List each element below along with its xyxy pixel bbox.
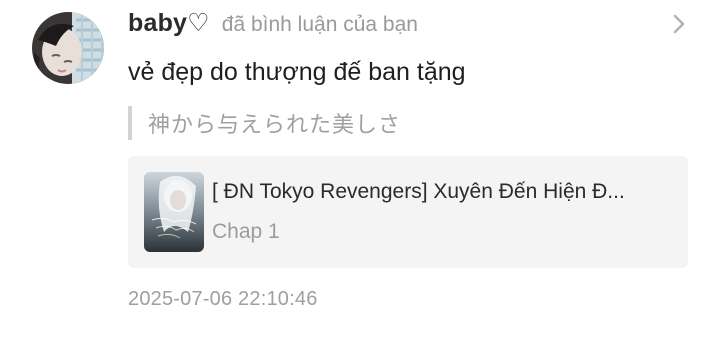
quote-bar	[128, 106, 132, 140]
story-card[interactable]: [ ĐN Tokyo Revengers] Xuyên Đến Hiện Đ..…	[128, 156, 688, 268]
timestamp: 2025-07-06 22:10:46	[128, 288, 318, 310]
username[interactable]: baby♡	[128, 8, 210, 38]
chevron-right-icon[interactable]	[668, 10, 690, 38]
user-avatar-image	[32, 12, 104, 84]
story-chapter: Chap 1	[212, 220, 280, 243]
story-title[interactable]: [ ĐN Tokyo Revengers] Xuyên Đến Hiện Đ..…	[212, 180, 672, 204]
notification-header: baby♡ đã bình luận của bạn	[128, 8, 418, 42]
quote-text: 神から与えられた美しさ	[148, 112, 402, 137]
avatar[interactable]	[32, 12, 104, 84]
comment-notification[interactable]: baby♡ đã bình luận của bạn vẻ đẹp do thư…	[0, 0, 720, 348]
action-text: đã bình luận của bạn	[221, 13, 418, 36]
comment-text: vẻ đẹp do thượng đế ban tặng	[128, 58, 466, 86]
story-cover-image	[144, 172, 204, 252]
quoted-comment: 神から与えられた美しさ	[128, 106, 401, 140]
